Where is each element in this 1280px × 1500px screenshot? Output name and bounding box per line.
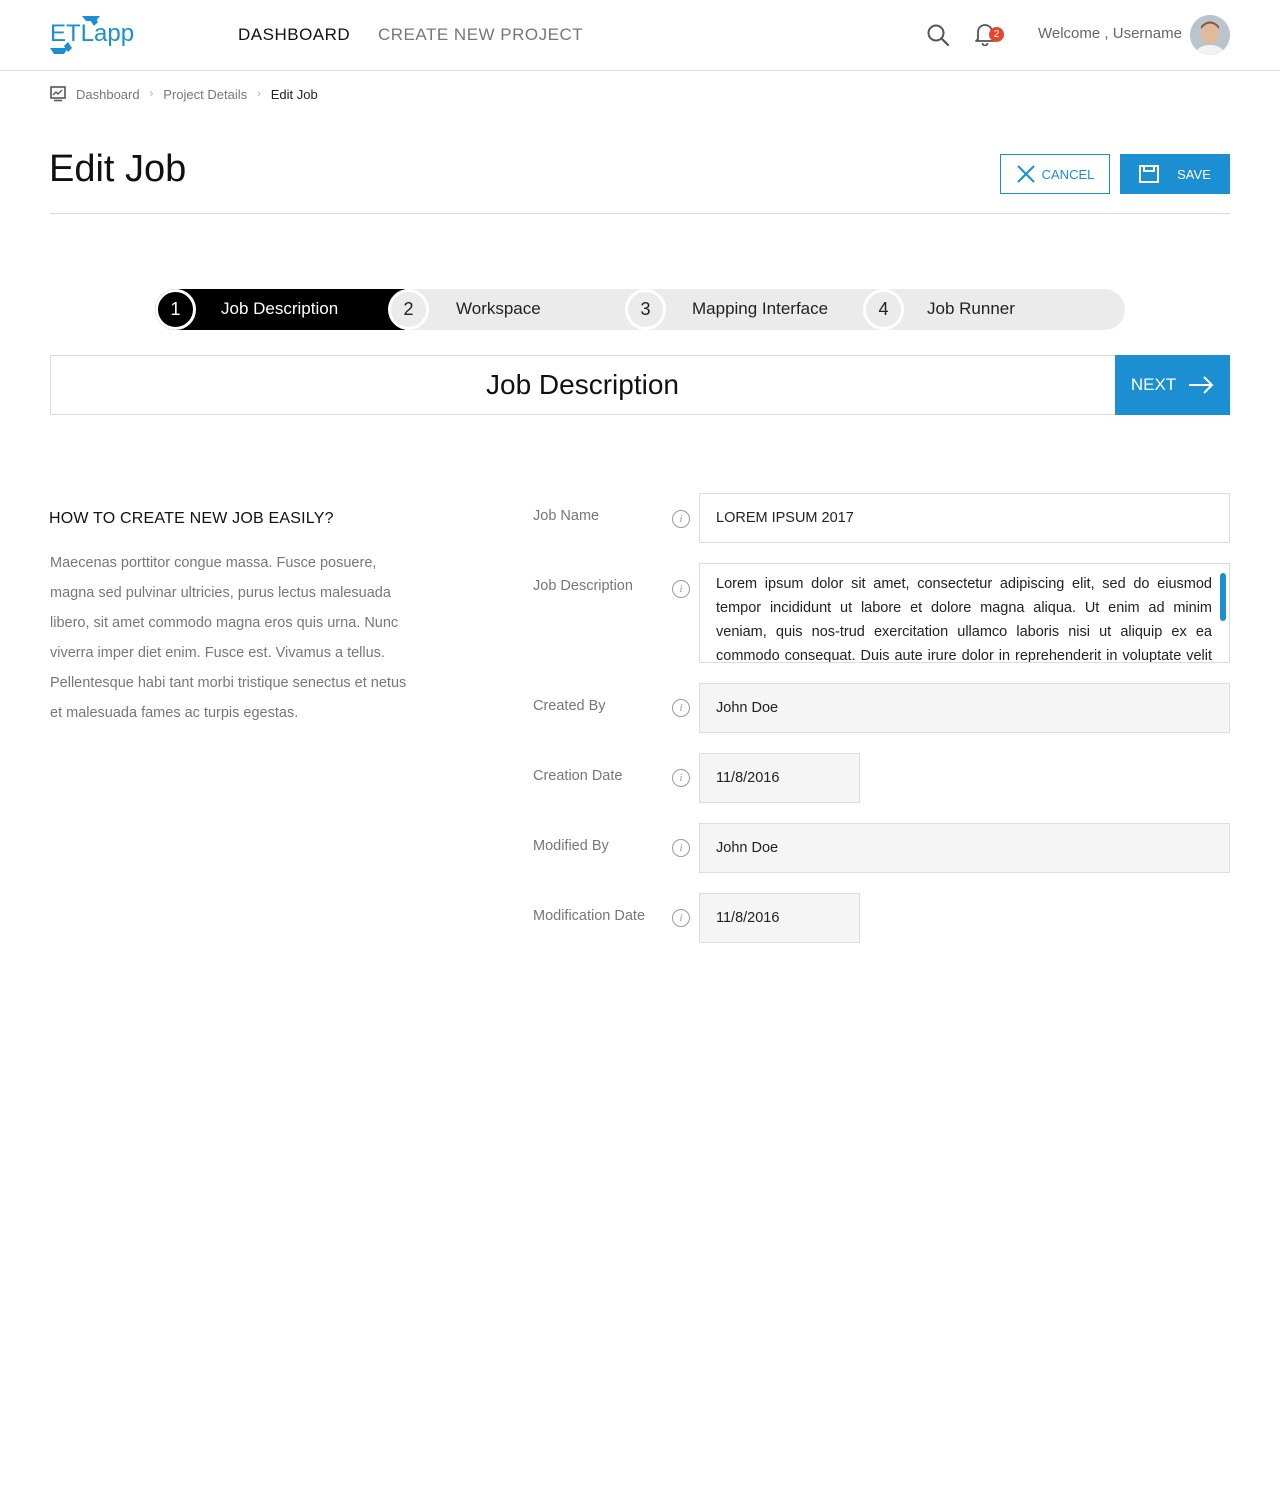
job-name-field[interactable]: LOREM IPSUM 2017	[699, 493, 1230, 543]
breadcrumb-dashboard[interactable]: Dashboard	[76, 87, 140, 102]
logo-text-etl: ETL	[50, 20, 95, 47]
next-label: NEXT	[1130, 375, 1177, 394]
modification-date-field: 11/8/2016	[699, 893, 860, 943]
job-name-label: Job Name	[533, 508, 600, 524]
modified-by-label: Modified By	[533, 838, 609, 854]
help-text: Maecenas porttitor congue massa. Fusce p…	[50, 555, 407, 721]
job-description-text: Lorem ipsum dolor sit amet, consectetur …	[716, 576, 1212, 663]
info-icon[interactable]: i	[672, 839, 690, 857]
job-description-label: Job Description	[533, 578, 633, 594]
step-4-label[interactable]: Job Runner	[927, 299, 1015, 319]
breadcrumb: Dashboard › Project Details › Edit Job	[50, 85, 318, 103]
title-divider	[50, 213, 1230, 214]
step-1-number[interactable]: 1	[155, 289, 196, 330]
logo-text-app: app	[94, 20, 135, 47]
logo-text: ETLapp	[50, 20, 134, 48]
help-title: HOW TO CREATE NEW JOB EASILY?	[49, 510, 334, 527]
top-header: ETLapp DASHBOARD CREATE NEW PROJECT 2 We…	[0, 0, 1280, 71]
step-2-label[interactable]: Workspace	[456, 299, 541, 319]
nav-create-new-project[interactable]: CREATE NEW PROJECT	[378, 25, 583, 45]
step-3-label[interactable]: Mapping Interface	[692, 299, 828, 319]
next-button[interactable]: NEXT	[1115, 355, 1230, 415]
welcome-text: Welcome , Username	[1038, 25, 1182, 42]
breadcrumb-current: Edit Job	[270, 86, 318, 102]
notifications-button[interactable]: 2	[974, 22, 1004, 48]
nav-dashboard[interactable]: DASHBOARD	[238, 25, 350, 45]
cancel-label: CANCEL	[1041, 166, 1095, 182]
step-2-number[interactable]: 2	[388, 289, 429, 330]
modified-by-field: John Doe	[699, 823, 1230, 873]
created-by-label: Created By	[533, 698, 606, 714]
info-icon[interactable]: i	[672, 699, 690, 717]
textarea-scrollbar[interactable]	[1220, 573, 1226, 621]
save-icon	[1139, 165, 1160, 183]
step-progress: 1 Job Description 2 Workspace 3 Mapping …	[155, 289, 1125, 330]
info-icon[interactable]: i	[672, 909, 690, 927]
cancel-button[interactable]: CANCEL	[1000, 154, 1110, 194]
created-by-field: John Doe	[699, 683, 1230, 733]
info-icon[interactable]: i	[672, 769, 690, 787]
close-icon	[1016, 165, 1035, 183]
save-button[interactable]: SAVE	[1120, 154, 1230, 194]
dashboard-icon	[50, 86, 66, 102]
notification-badge: 2	[989, 27, 1004, 42]
creation-date-field: 11/8/2016	[699, 753, 860, 803]
avatar[interactable]	[1190, 15, 1230, 55]
info-icon[interactable]: i	[672, 510, 690, 528]
breadcrumb-project-details[interactable]: Project Details	[163, 87, 247, 102]
modification-date-label: Modification Date	[533, 908, 646, 924]
arrow-right-icon	[1189, 376, 1214, 394]
step-1-label[interactable]: Job Description	[221, 299, 338, 319]
save-label: SAVE	[1177, 166, 1211, 182]
page-title: Edit Job	[49, 148, 187, 190]
search-icon[interactable]	[926, 23, 950, 47]
breadcrumb-separator: ›	[257, 88, 261, 100]
creation-date-label: Creation Date	[533, 768, 623, 784]
breadcrumb-separator: ›	[149, 88, 154, 100]
etlapp-logo[interactable]: ETLapp	[50, 14, 134, 56]
job-description-textarea[interactable]: Lorem ipsum dolor sit amet, consectetur …	[699, 563, 1230, 663]
section-title: Job Description	[486, 369, 679, 400]
step-3-number[interactable]: 3	[625, 289, 666, 330]
user-avatar-icon	[1190, 15, 1230, 55]
info-icon[interactable]: i	[672, 580, 690, 598]
step-4-number[interactable]: 4	[863, 289, 904, 330]
